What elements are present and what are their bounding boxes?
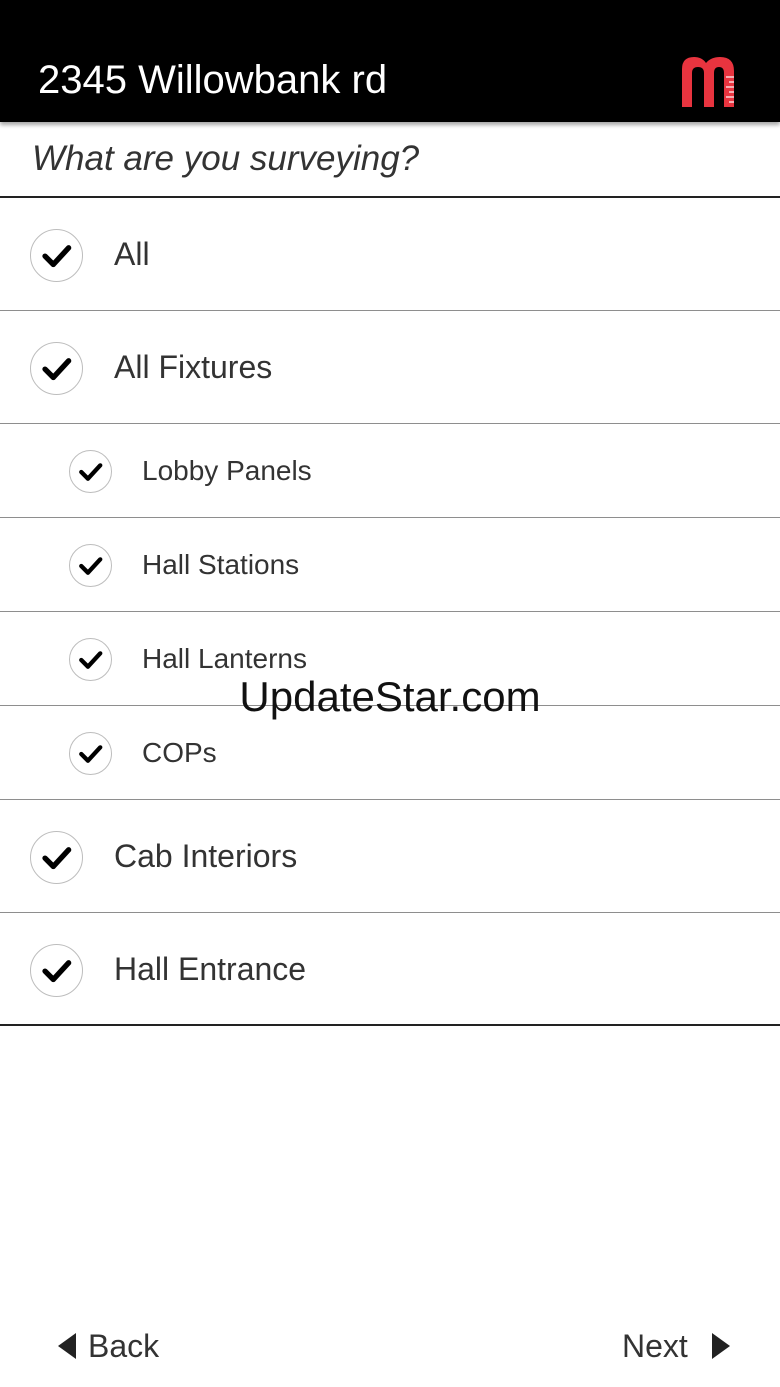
checklist-item-lobby-panels[interactable]: Lobby Panels [0,424,780,518]
checklist-item-label: Cab Interiors [114,838,298,874]
checklist-item-label: Hall Stations [142,549,300,580]
checkmark-icon[interactable] [69,638,112,681]
checklist-item-label: All [114,236,150,272]
checkmark-icon[interactable] [69,732,112,775]
checklist-item-label: Hall Lanterns [142,643,307,674]
survey-checklist: All All Fixtures Lobby Panels Hall Stati… [0,198,780,1026]
checklist-item-hall-stations[interactable]: Hall Stations [0,518,780,612]
page-title: 2345 Willowbank rd [38,58,388,102]
checklist-item-all-fixtures[interactable]: All Fixtures [0,311,780,424]
back-button-label: Back [88,1327,160,1364]
checkmark-icon[interactable] [30,229,83,282]
checklist-item-label: Lobby Panels [142,455,312,486]
next-button-label: Next [622,1327,688,1364]
checkmark-icon[interactable] [30,342,83,395]
checkmark-icon[interactable] [30,831,83,884]
checkmark-icon[interactable] [69,544,112,587]
checklist-item-hall-lanterns[interactable]: Hall Lanterns [0,612,780,706]
checklist-item-cab-interiors[interactable]: Cab Interiors [0,800,780,913]
checklist-item-cops[interactable]: COPs [0,706,780,800]
triangle-right-icon [711,1333,730,1359]
checkmark-icon[interactable] [30,944,83,997]
brand-logo-icon [682,57,734,107]
survey-prompt: What are you surveying? [32,139,420,178]
checkmark-icon[interactable] [69,450,112,493]
back-button[interactable]: Back [56,1322,159,1370]
checklist-item-label: All Fixtures [114,349,273,385]
triangle-left-icon [58,1333,76,1359]
app-header: 2345 Willowbank rd [0,0,780,122]
next-button[interactable]: Next [622,1322,732,1370]
checklist-item-label: COPs [142,737,217,768]
checklist-item-hall-entrance[interactable]: Hall Entrance [0,913,780,1026]
checklist-item-label: Hall Entrance [114,951,307,987]
checklist-item-all[interactable]: All [0,198,780,311]
